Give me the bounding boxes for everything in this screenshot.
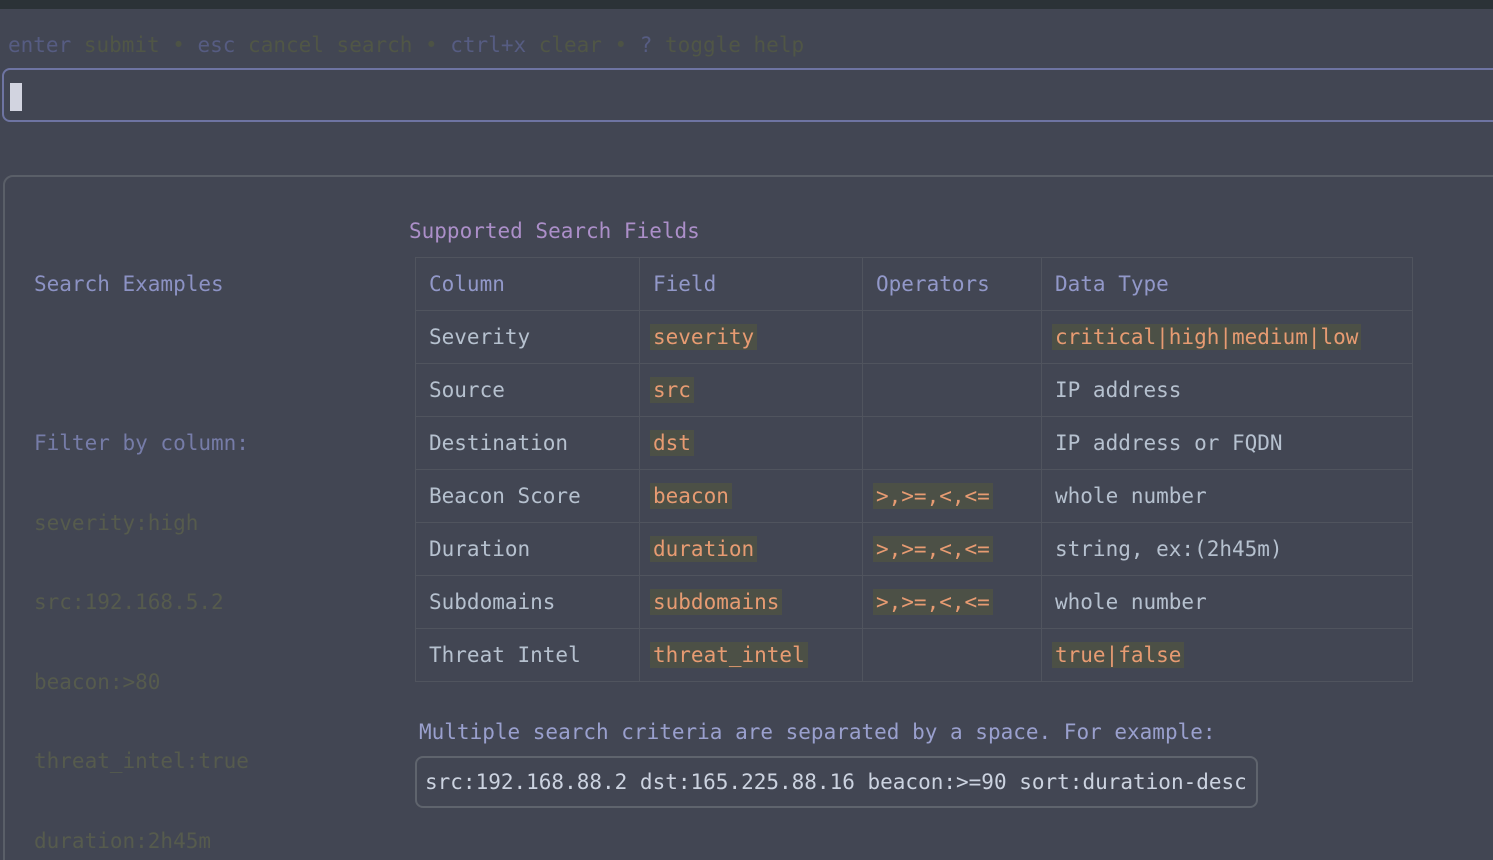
- bullet-separator-icon: •: [425, 32, 438, 59]
- cell-data-type: IP address: [1042, 364, 1413, 417]
- field-badge: duration: [650, 536, 757, 562]
- cell-column: Severity: [416, 311, 640, 364]
- hint-key-question: ?: [640, 32, 653, 59]
- cell-operators: >,>=,<,<=: [863, 470, 1042, 523]
- hint-key-ctrl-x: ctrl+x: [450, 32, 526, 59]
- cell-field: severity: [640, 311, 863, 364]
- header-data-type: Data Type: [1042, 258, 1413, 311]
- hint-desc-cancel: cancel search: [248, 32, 412, 59]
- cell-field: duration: [640, 523, 863, 576]
- cell-column: Beacon Score: [416, 470, 640, 523]
- operators-badge: >,>=,<,<=: [873, 589, 993, 615]
- cell-column: Destination: [416, 417, 640, 470]
- example-query-text: src:192.168.88.2 dst:165.225.88.16 beaco…: [425, 769, 1247, 796]
- search-examples-title: Search Examples: [34, 271, 350, 298]
- cell-operators: [863, 417, 1042, 470]
- filter-group-label: Filter by column:: [34, 430, 350, 457]
- field-badge: subdomains: [650, 589, 782, 615]
- cell-column: Source: [416, 364, 640, 417]
- bullet-separator-icon: •: [615, 32, 628, 59]
- cell-data-type: string, ex:(2h45m): [1042, 523, 1413, 576]
- keyboard-hint-bar: enter submit • esc cancel search • ctrl+…: [8, 32, 804, 59]
- supported-fields-title: Supported Search Fields: [409, 218, 700, 245]
- field-badge: dst: [650, 430, 694, 456]
- example-line: beacon:>80: [34, 669, 350, 696]
- hint-desc-clear: clear: [539, 32, 602, 59]
- header-column: Column: [416, 258, 640, 311]
- cell-field: beacon: [640, 470, 863, 523]
- field-badge: src: [650, 377, 694, 403]
- table-row: Beacon Score beacon >,>=,<,<= whole numb…: [416, 470, 1413, 523]
- data-type-badge: critical|high|medium|low: [1052, 324, 1361, 350]
- table-row: Subdomains subdomains >,>=,<,<= whole nu…: [416, 576, 1413, 629]
- cell-column: Threat Intel: [416, 629, 640, 682]
- multiple-criteria-note: Multiple search criteria are separated b…: [419, 719, 1216, 746]
- table-row: Destination dst IP address or FQDN: [416, 417, 1413, 470]
- cell-data-type: whole number: [1042, 576, 1413, 629]
- table-header-row: Column Field Operators Data Type: [416, 258, 1413, 311]
- field-badge: severity: [650, 324, 757, 350]
- cell-field: threat_intel: [640, 629, 863, 682]
- field-badge: threat_intel: [650, 642, 808, 668]
- data-type-badge: true|false: [1052, 642, 1184, 668]
- example-line: src:192.168.5.2: [34, 589, 350, 616]
- operators-badge: >,>=,<,<=: [873, 536, 993, 562]
- table-row: Severity severity critical|high|medium|l…: [416, 311, 1413, 364]
- example-query-box: src:192.168.88.2 dst:165.225.88.16 beaco…: [415, 756, 1258, 808]
- supported-fields-table: Column Field Operators Data Type Severit…: [415, 257, 1413, 682]
- table-row: Threat Intel threat_intel true|false: [416, 629, 1413, 682]
- table-row: Source src IP address: [416, 364, 1413, 417]
- cell-column: Subdomains: [416, 576, 640, 629]
- search-input[interactable]: [2, 68, 1493, 122]
- field-badge: beacon: [650, 483, 732, 509]
- cell-operators: >,>=,<,<=: [863, 523, 1042, 576]
- hint-key-enter: enter: [8, 32, 71, 59]
- cell-operators: [863, 311, 1042, 364]
- cell-operators: [863, 629, 1042, 682]
- hint-desc-toggle-help: toggle help: [665, 32, 804, 59]
- bullet-separator-icon: •: [172, 32, 185, 59]
- example-line: severity:high: [34, 510, 350, 537]
- cell-data-type: true|false: [1042, 629, 1413, 682]
- search-examples-section: Search Examples Filter by column: severi…: [34, 218, 350, 860]
- cell-operators: [863, 364, 1042, 417]
- text-cursor: [10, 83, 22, 111]
- header-field: Field: [640, 258, 863, 311]
- example-line: duration:2h45m: [34, 828, 350, 855]
- cell-data-type: whole number: [1042, 470, 1413, 523]
- cell-field: subdomains: [640, 576, 863, 629]
- cell-field: dst: [640, 417, 863, 470]
- operators-badge: >,>=,<,<=: [873, 483, 993, 509]
- cell-data-type: IP address or FQDN: [1042, 417, 1413, 470]
- cell-data-type: critical|high|medium|low: [1042, 311, 1413, 364]
- cell-field: src: [640, 364, 863, 417]
- top-edge-strip: [0, 0, 1493, 9]
- example-line: threat_intel:true: [34, 748, 350, 775]
- cell-operators: >,>=,<,<=: [863, 576, 1042, 629]
- table-row: Duration duration >,>=,<,<= string, ex:(…: [416, 523, 1413, 576]
- hint-key-esc: esc: [198, 32, 236, 59]
- hint-desc-submit: submit: [84, 32, 160, 59]
- cell-column: Duration: [416, 523, 640, 576]
- header-operators: Operators: [863, 258, 1042, 311]
- app-screen: enter submit • esc cancel search • ctrl+…: [0, 0, 1493, 860]
